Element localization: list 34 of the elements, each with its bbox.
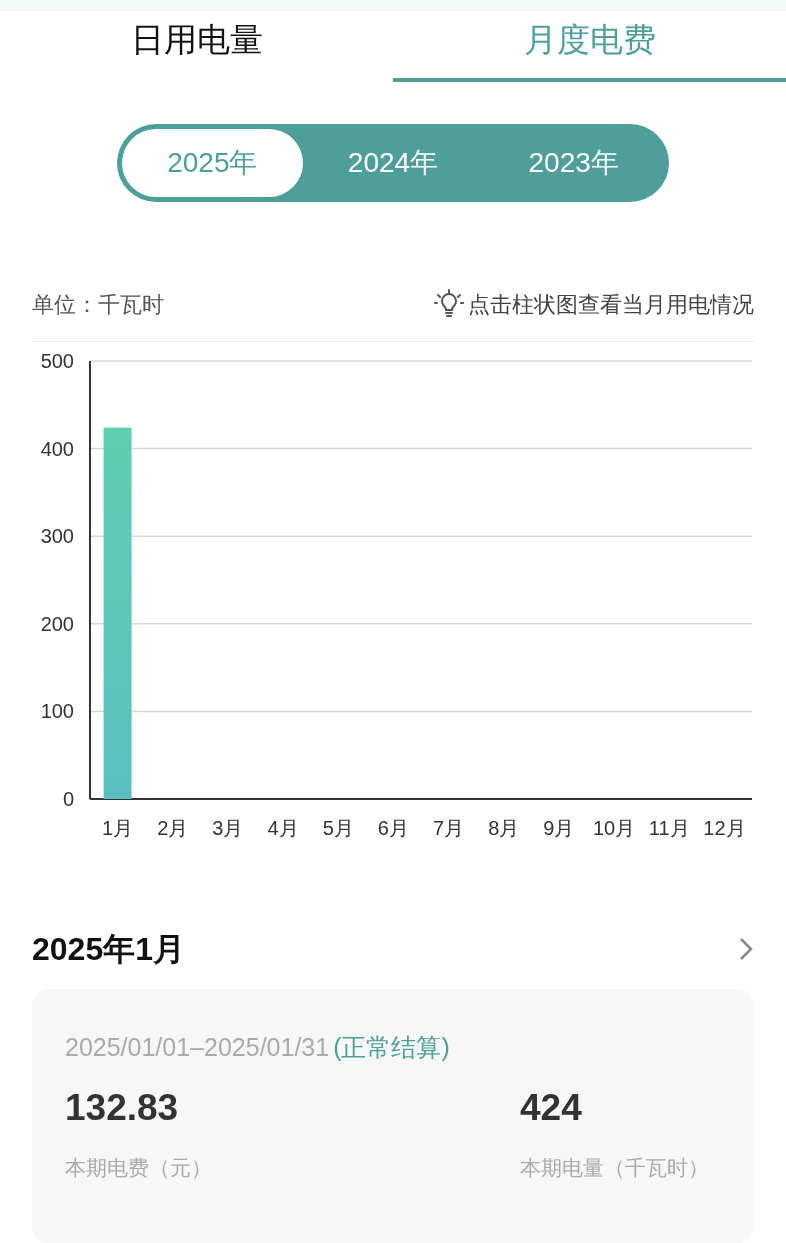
detail-title: 2025年1月 [32,929,185,969]
tab[interactable]: 月度电费 [393,10,786,82]
lightbulb-icon [434,289,464,319]
x-tick-label: 8月 [488,816,520,839]
tab[interactable]: 日用电量 [0,10,393,82]
x-tick-label: 3月 [212,816,244,839]
x-tick-label: 11月 [648,816,690,839]
x-tick-label: 5月 [322,816,354,839]
year-segment[interactable]: 2024年 [302,128,484,197]
stat-label: 本期电费（元） [65,1154,213,1181]
x-tick-label: 9月 [543,816,575,839]
y-tick-label: 500 [40,349,74,372]
unit-label: 单位：千瓦时 [32,290,164,319]
y-tick-label: 100 [40,699,74,722]
y-tick-label: 300 [40,524,74,547]
y-tick-label: 400 [40,437,74,460]
stat-value: 424 [520,1086,583,1130]
y-tick-label: 200 [40,612,74,635]
x-tick-label: 4月 [267,816,299,839]
year-segment[interactable]: 2023年 [483,128,664,197]
y-tick-label: 0 [62,787,74,810]
stat-label: 本期电量（千瓦时） [520,1154,709,1181]
x-tick-label: 6月 [377,816,409,839]
x-tick-label: 7月 [433,816,465,839]
period-text: 2025/01/01–2025/01/31 [65,1031,330,1063]
chevron-right-icon[interactable] [738,935,754,962]
x-tick-label: 2月 [157,816,189,839]
x-tick-label: 12月 [703,816,746,839]
year-segment[interactable]: 2025年 [122,128,303,197]
x-tick-label: 1月 [102,816,134,839]
status-text: (正常结算) [333,1031,450,1063]
x-tick-label: 10月 [592,816,636,839]
hint-text: 点击柱状图查看当月用电情况 [468,290,754,319]
stat-value: 132.83 [65,1086,180,1130]
